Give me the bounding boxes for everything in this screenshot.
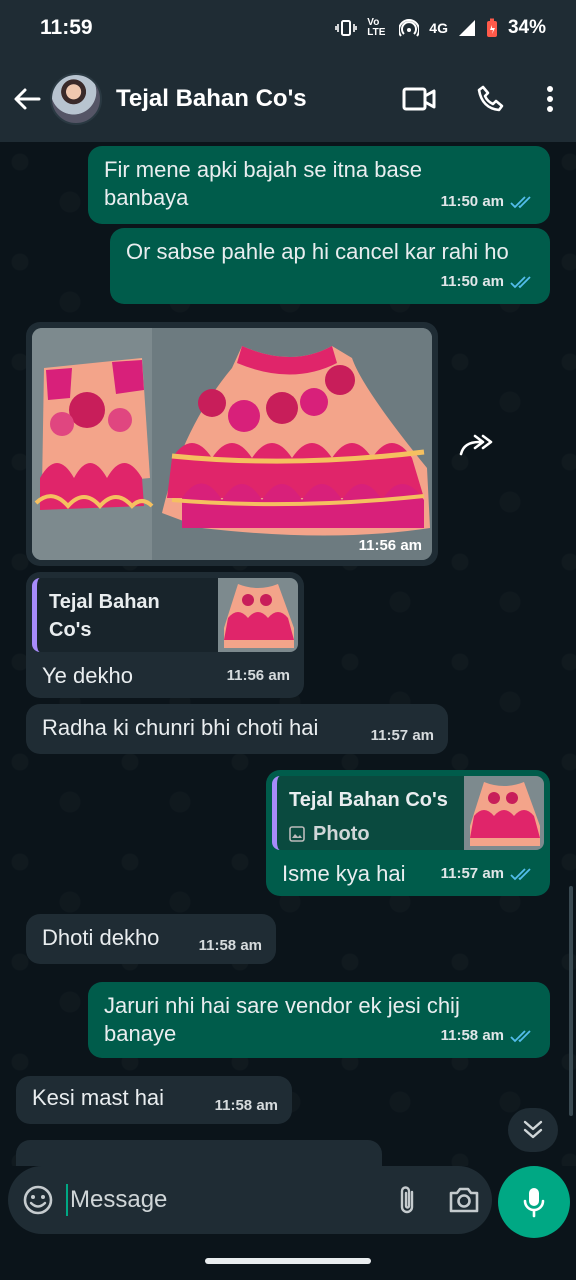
message-bubble-outgoing[interactable]: Or sabse pahle ap hi cancel kar rahi ho …: [110, 228, 550, 304]
message-meta: 11:56 am: [359, 537, 422, 554]
battery-icon: [486, 18, 498, 38]
voice-call-icon: [477, 85, 504, 112]
message-time: 11:50 am: [440, 193, 504, 210]
forward-button[interactable]: [450, 418, 502, 470]
quoted-message[interactable]: Tejal Bahan Co's Photo: [272, 776, 544, 850]
message-text: Or sabse pahle ap hi cancel kar rahi ho: [126, 239, 509, 264]
message-meta: 11:58 am: [215, 1092, 278, 1120]
attach-button[interactable]: [380, 1184, 436, 1216]
message-time: 11:58 am: [214, 1097, 278, 1114]
message-meta: 11:58 am: [199, 932, 262, 960]
more-vert-icon: [547, 86, 553, 112]
video-call-icon: [402, 87, 436, 111]
volte-icon: Vo LTE: [367, 17, 386, 38]
message-meta: 11:50 am: [441, 188, 536, 216]
quote-thumbnail: [464, 776, 544, 850]
network-type: 4G: [429, 20, 448, 36]
mic-icon: [523, 1188, 545, 1218]
more-options-button[interactable]: [546, 85, 554, 113]
read-ticks-icon: [510, 867, 536, 881]
double-chevron-down-icon: [523, 1120, 543, 1139]
read-ticks-icon: [510, 195, 536, 209]
message-bubble-outgoing[interactable]: Fir mene apki bajah se itna base banbaya…: [88, 146, 550, 224]
message-meta: 11:50 am: [441, 268, 536, 296]
battery-percent: 34%: [507, 17, 546, 38]
camera-icon: [449, 1187, 479, 1213]
emoji-icon: [23, 1185, 53, 1215]
message-meta: 11:57 am: [441, 860, 536, 888]
message-meta: 11:56 am: [227, 662, 290, 690]
voice-message-button[interactable]: [498, 1166, 570, 1238]
message-bubble-outgoing[interactable]: Tejal Bahan Co's Photo Isme kya hai 11:5…: [266, 770, 550, 896]
quote-thumbnail: [218, 578, 298, 652]
message-bubble-incoming[interactable]: Kesi mast hai 11:58 am: [16, 1076, 292, 1124]
chat-scrollbar[interactable]: [569, 886, 573, 1116]
back-arrow-icon: [14, 88, 41, 110]
quoted-message[interactable]: Tejal Bahan Co's Photo: [32, 578, 298, 652]
message-meta: 11:58 am: [441, 1022, 536, 1050]
message-time: 11:50 am: [440, 273, 504, 290]
composer: [8, 1166, 492, 1234]
message-meta: 11:57 am: [371, 722, 434, 750]
camera-button[interactable]: [436, 1186, 492, 1214]
emoji-button[interactable]: [10, 1184, 66, 1216]
back-button[interactable]: [4, 56, 50, 142]
message-bubble-incoming-partial[interactable]: [16, 1140, 382, 1166]
message-time: 11:56 am: [358, 537, 422, 554]
voice-call-button[interactable]: [476, 84, 506, 114]
status-icons: Vo LTE 4G 34%: [335, 17, 546, 39]
status-time: 11:59: [40, 16, 93, 39]
read-ticks-icon: [510, 1029, 536, 1043]
photo-message[interactable]: 11:56 am: [26, 322, 438, 566]
status-bar: 11:59 Vo LTE 4G 34%: [0, 0, 576, 56]
message-time: 11:57 am: [440, 865, 504, 882]
quote-type: Photo: [313, 823, 370, 845]
read-ticks-icon: [510, 275, 536, 289]
hotspot-icon: [399, 19, 420, 37]
home-indicator[interactable]: [205, 1258, 371, 1264]
quote-author: Tejal Bahan Co's: [289, 789, 448, 811]
vibrate-icon: [335, 19, 358, 37]
contact-avatar[interactable]: [50, 73, 102, 125]
message-text: Fir mene apki bajah se itna base banbaya: [104, 157, 422, 210]
message-input[interactable]: [66, 1184, 380, 1216]
message-list[interactable]: Fir mene apki bajah se itna base banbaya…: [0, 142, 576, 1166]
quote-type: Photo: [73, 650, 130, 652]
message-bubble-incoming[interactable]: Dhoti dekho 11:58 am: [26, 914, 276, 964]
message-time: 11:58 am: [440, 1027, 504, 1044]
dress-photo-illustration: [32, 328, 432, 560]
signal-icon: [458, 19, 476, 37]
quote-author: Tejal Bahan Co's: [49, 591, 160, 641]
message-time: 11:57 am: [370, 727, 434, 744]
paperclip-icon: [400, 1186, 414, 1214]
message-time: 11:56 am: [226, 667, 290, 684]
chat-header: Tejal Bahan Co's: [0, 56, 576, 142]
message-time: 11:58 am: [198, 937, 262, 954]
photo-image[interactable]: 11:56 am: [32, 328, 432, 560]
video-call-button[interactable]: [402, 87, 436, 111]
forward-icon: [459, 434, 493, 456]
message-bubble-incoming[interactable]: Tejal Bahan Co's Photo Ye dekho 11:56 am: [26, 572, 304, 698]
photo-icon: [289, 826, 305, 842]
message-bubble-outgoing[interactable]: Jaruri nhi hai sare vendor ek jesi chij …: [88, 982, 550, 1058]
message-bubble-incoming[interactable]: Radha ki chunri bhi choti hai 11:57 am: [26, 704, 448, 754]
contact-name[interactable]: Tejal Bahan Co's: [116, 85, 402, 113]
scroll-to-bottom-button[interactable]: [508, 1108, 558, 1152]
